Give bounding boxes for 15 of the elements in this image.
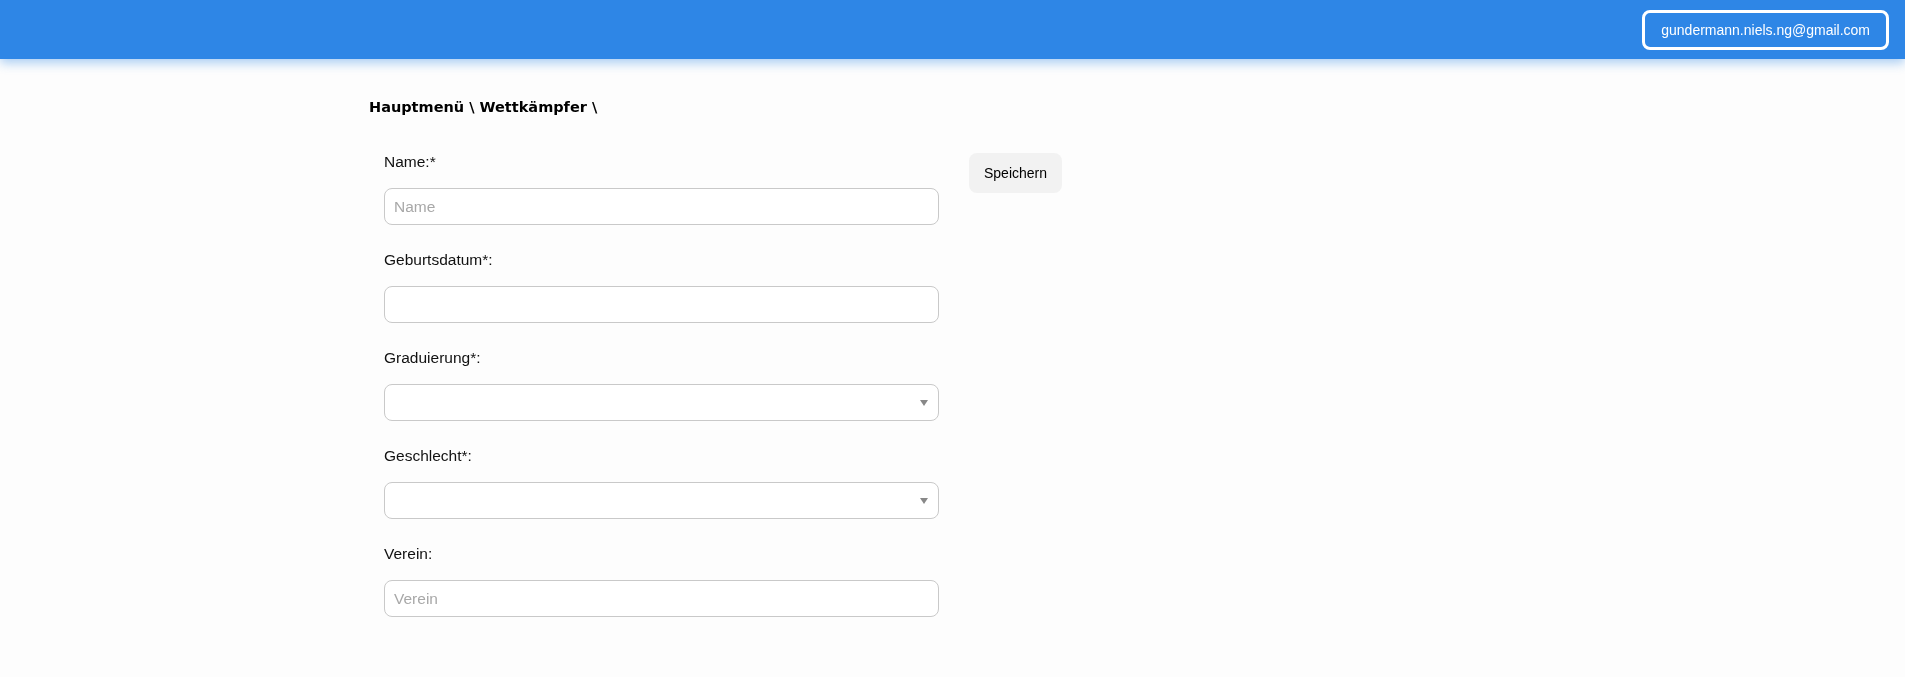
select-field[interactable]	[384, 482, 939, 519]
input-field[interactable]: Verein	[384, 580, 939, 617]
input-field[interactable]: Name	[384, 188, 939, 225]
input-field[interactable]	[384, 286, 939, 323]
field-label: Geburtsdatum*:	[384, 251, 494, 270]
caret-icon	[920, 497, 928, 504]
select-field[interactable]	[384, 384, 939, 421]
user-account-button[interactable]: gundermann.niels.ng@gmail.com	[1642, 9, 1889, 50]
field-label: Graduierung*:	[384, 349, 482, 368]
save-button[interactable]: Speichern	[969, 153, 1063, 193]
field-label: Geschlecht*:	[384, 447, 473, 466]
breadcrumb: Hauptmenü \ Wettkämpfer \	[369, 99, 599, 115]
caret-icon	[920, 399, 928, 406]
field-label: Verein:	[384, 545, 434, 564]
field-label: Name:*	[384, 153, 437, 172]
